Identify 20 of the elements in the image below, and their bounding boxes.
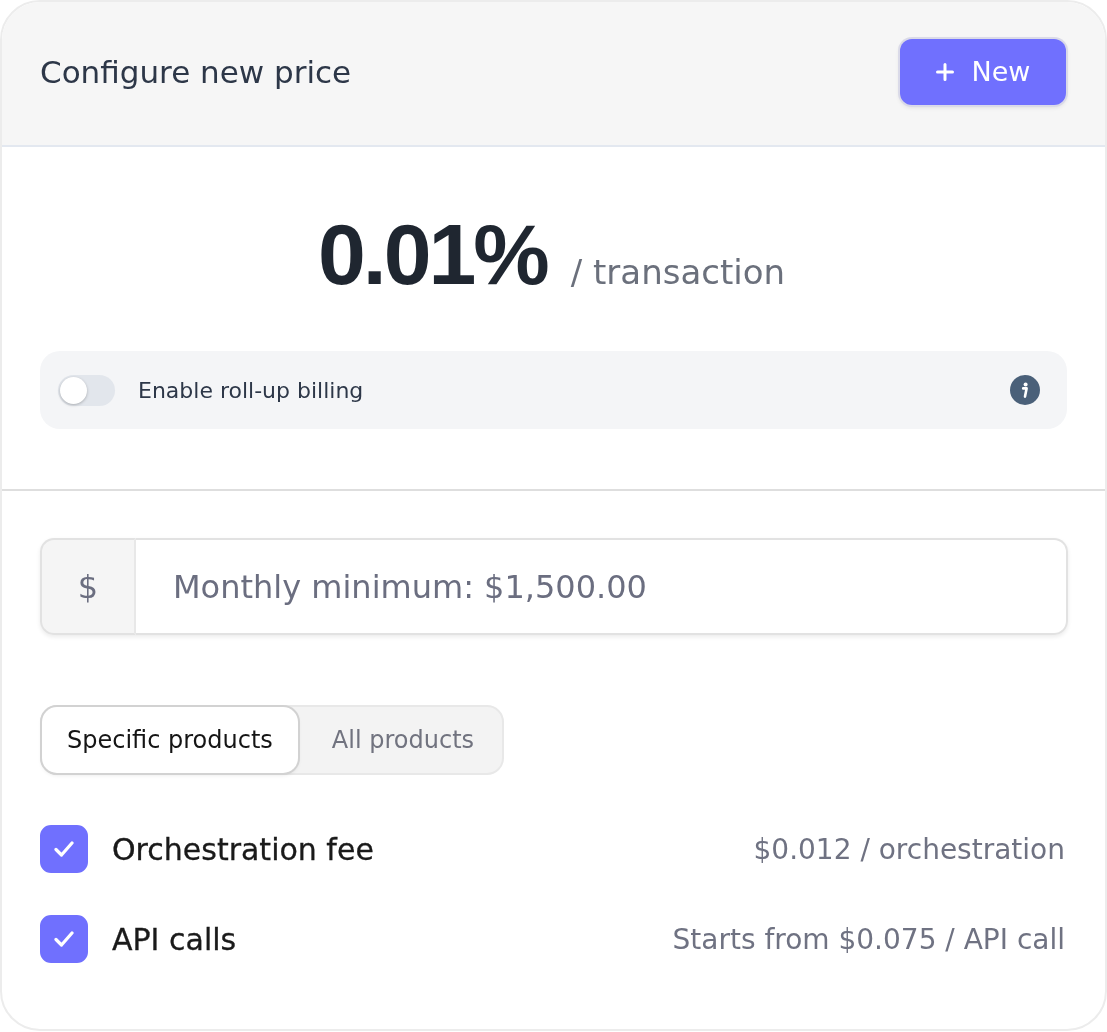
checkbox[interactable] [40, 825, 88, 873]
minimum-input[interactable]: Monthly minimum: $1,500.00 [136, 538, 1068, 635]
price-value: 0.01% [317, 205, 547, 304]
check-icon [54, 841, 74, 857]
scope-tab[interactable]: All products [297, 707, 503, 773]
price-unit: / transaction [570, 251, 786, 294]
check-icon [54, 931, 74, 947]
plus-icon [935, 62, 954, 81]
product-price: Starts from $0.075 / API call [672, 922, 1066, 956]
info-icon[interactable] [1010, 375, 1040, 405]
product-name: Orchestration fee [112, 831, 375, 867]
new-button[interactable]: New [900, 38, 1066, 105]
product-price: $0.012 / orchestration [753, 832, 1066, 866]
rollup-label: Enable roll-up billing [138, 377, 365, 403]
panel-title: Configure new price [40, 53, 352, 90]
product-name: API calls [112, 921, 238, 957]
checkbox[interactable] [40, 915, 88, 963]
toggle-switch[interactable] [58, 374, 115, 406]
scope-tab[interactable]: Specific products [42, 707, 298, 773]
currency-prefix: $ [40, 538, 136, 635]
